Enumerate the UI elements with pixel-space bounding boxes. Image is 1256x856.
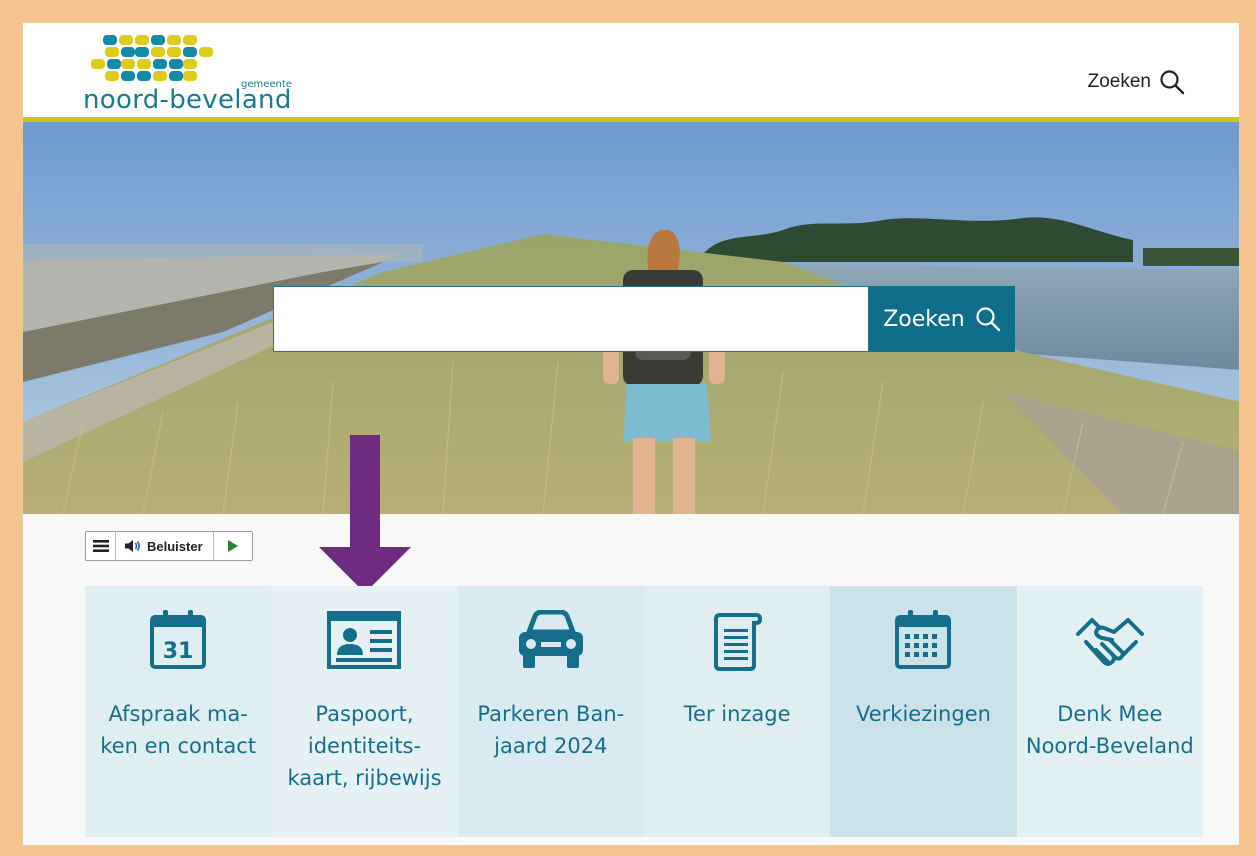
tile-label: Paspoort, identiteits-kaart, rijbewijs — [287, 702, 442, 790]
readspeaker-toolbar: Beluister — [85, 531, 253, 561]
browser-page: gemeente noord-beveland Zoeken Zoeken Be… — [22, 22, 1240, 846]
annotation-arrow-down-icon — [319, 435, 411, 593]
logo-mark-icon — [91, 35, 213, 81]
handshake-icon — [1070, 604, 1150, 676]
tile-label: Afspraak ma-ken en contact — [100, 702, 257, 758]
hero-search-input[interactable] — [273, 286, 869, 352]
tile-label: Parkeren Ban-jaard 2024 — [477, 702, 625, 758]
site-header: gemeente noord-beveland Zoeken — [23, 23, 1239, 119]
document-scroll-icon — [697, 604, 777, 676]
tile-verkiezingen[interactable]: Verkiezingen — [830, 586, 1017, 837]
tile-afspraak[interactable]: 31 Afspraak ma-ken en contact — [85, 586, 272, 837]
readspeaker-listen-button[interactable]: Beluister — [116, 532, 214, 560]
header-search-label: Zoeken — [1087, 71, 1151, 92]
calendar-day-text: 31 — [163, 639, 194, 664]
tile-label: Ter inzage — [683, 702, 791, 726]
search-icon — [976, 307, 1000, 332]
hero-search-form: Zoeken — [273, 286, 1015, 352]
car-icon — [511, 604, 591, 676]
tile-parkeren[interactable]: Parkeren Ban-jaard 2024 — [457, 586, 644, 837]
readspeaker-listen-label: Beluister — [147, 538, 203, 554]
tile-label: Denk Mee Noord-Beveland — [1025, 702, 1194, 758]
calendar-grid-icon — [883, 604, 963, 676]
play-icon — [227, 540, 238, 552]
search-icon — [1160, 70, 1185, 95]
readspeaker-play-button[interactable] — [214, 532, 252, 560]
calendar-31-icon: 31 — [138, 604, 218, 676]
tile-denk-mee[interactable]: Denk Mee Noord-Beveland — [1016, 586, 1203, 837]
quick-links-grid: 31 Afspraak ma-ken en contact Paspoort, … — [85, 586, 1203, 837]
logo-wordmark: noord-beveland — [83, 85, 292, 115]
logo[interactable]: gemeente noord-beveland — [83, 33, 353, 115]
tile-label: Verkiezingen — [856, 702, 991, 726]
tile-paspoort[interactable]: Paspoort, identiteits-kaart, rijbewijs — [271, 586, 458, 837]
speaker-icon — [125, 540, 140, 552]
readspeaker-menu-button[interactable] — [86, 532, 116, 560]
main-content: Beluister 31 Afspraak ma-ken en contact … — [23, 435, 1239, 845]
hero-banner: Zoeken — [23, 122, 1239, 514]
hamburger-menu-icon — [92, 540, 109, 552]
tile-ter-inzage[interactable]: Ter inzage — [643, 586, 831, 837]
hero-search-button[interactable]: Zoeken — [869, 286, 1015, 352]
id-card-icon — [324, 604, 404, 676]
hero-search-button-label: Zoeken — [883, 306, 965, 332]
header-search-link[interactable]: Zoeken — [1088, 69, 1185, 95]
